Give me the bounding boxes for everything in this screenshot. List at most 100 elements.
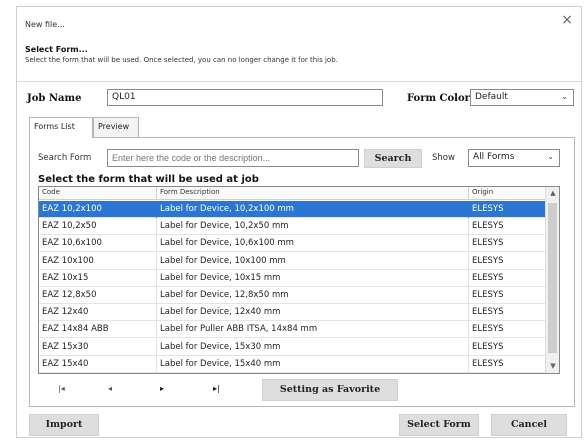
table-row[interactable]: EAZ 10x100 Label for Device, 10x100 mm ELE… — [39, 252, 546, 270]
chevron-down-icon: ⌄ — [547, 152, 554, 161]
show-filter-value: All Forms — [473, 152, 515, 162]
tab-forms-list[interactable]: Forms List — [29, 117, 93, 138]
table-row[interactable]: EAZ 10,2x100 Label for Device, 10,2x100 m… — [39, 201, 546, 218]
cell-code: EAZ 10,2x50 — [42, 221, 97, 232]
cell-description: Label for Device, 15x30 mm — [160, 341, 281, 352]
set-favorite-button[interactable]: Setting as Favorite — [262, 379, 398, 401]
column-header-description[interactable]: Form Description — [160, 188, 220, 196]
title-bar: New file... × — [17, 7, 581, 37]
column-divider — [468, 287, 469, 304]
cancel-button[interactable]: Cancel — [491, 414, 567, 436]
import-button[interactable]: Import — [29, 414, 99, 436]
search-input[interactable] — [107, 149, 359, 167]
column-divider — [156, 287, 157, 304]
column-divider — [156, 269, 157, 287]
table-header: Code Form Description Origin — [39, 187, 546, 200]
cell-code: EAZ 12,8x50 — [42, 290, 97, 300]
column-divider — [468, 252, 469, 270]
column-header-origin[interactable]: Origin — [472, 188, 493, 196]
cell-origin: ELESYS — [472, 204, 504, 214]
cell-description: Label for Device, 10x15 mm — [160, 272, 281, 283]
cell-origin: ELESYS — [472, 341, 504, 352]
column-divider — [156, 304, 157, 322]
column-divider — [156, 338, 157, 356]
show-label: Show — [432, 153, 455, 163]
cell-code: EAZ 15x40 — [42, 358, 89, 369]
column-divider — [468, 304, 469, 322]
table-scrollbar[interactable]: ▲ ▼ — [545, 187, 559, 373]
table-row[interactable]: EAZ 14x84 ABB Label for Puller ABB ITSA, … — [39, 321, 546, 339]
column-divider — [156, 201, 157, 218]
cell-code: EAZ 10,6x100 — [42, 238, 102, 249]
column-divider — [468, 235, 469, 253]
column-divider — [156, 187, 157, 200]
dialog-heading: Select Form... — [25, 45, 88, 54]
cell-origin: ELESYS — [472, 221, 504, 232]
column-divider — [156, 321, 157, 339]
scroll-down-icon[interactable]: ▼ — [546, 360, 559, 373]
dialog-header: Select Form... Select the form that will… — [25, 45, 338, 64]
search-button[interactable]: Search — [364, 149, 422, 168]
forms-table: Code Form Description Origin EAZ 10,2x10… — [38, 186, 560, 374]
table-row[interactable]: EAZ 15x30 Label for Device, 15x30 mm ELESY… — [39, 338, 546, 356]
form-color-label: Form Color — [407, 93, 470, 104]
dialog-description: Select the form that will be used. Once … — [25, 56, 338, 64]
cell-code: EAZ 10,2x100 — [42, 204, 102, 214]
grid-title: Select the form that will be used at job — [38, 174, 259, 185]
chevron-down-icon: ⌄ — [561, 92, 568, 101]
cell-description: Label for Device, 10,2x50 mm — [160, 221, 289, 232]
cell-origin: ELESYS — [472, 358, 504, 369]
table-row[interactable]: EAZ 10,6x100 Label for Device, 10,6x100 m… — [39, 235, 546, 253]
table-row[interactable]: EAZ 10,2x50 Label for Device, 10,2x50 mm E… — [39, 218, 546, 236]
scroll-thumb[interactable] — [548, 203, 557, 353]
first-page-icon[interactable]: |◂ — [58, 384, 65, 393]
form-color-value: Default — [475, 92, 508, 102]
cell-description: Label for Device, 15x40 mm — [160, 358, 281, 369]
select-form-button[interactable]: Select Form — [399, 414, 479, 436]
cell-origin: ELESYS — [472, 324, 504, 335]
column-divider — [468, 321, 469, 339]
column-divider — [156, 235, 157, 253]
close-icon[interactable]: × — [561, 13, 573, 27]
tab-preview[interactable]: Preview — [93, 117, 139, 137]
cell-code: EAZ 10x15 — [42, 272, 89, 283]
cell-description: Label for Device, 10,2x100 mm — [160, 204, 294, 214]
column-header-code[interactable]: Code — [42, 188, 60, 196]
job-name-input[interactable]: QL01 — [107, 89, 383, 106]
cell-code: EAZ 14x84 ABB — [42, 324, 109, 335]
cell-description: Label for Device, 12,8x50 mm — [160, 290, 289, 300]
cell-origin: ELESYS — [472, 238, 504, 249]
table-row[interactable]: EAZ 12,8x50 Label for Device, 12,8x50 mm E… — [39, 287, 546, 304]
column-divider — [468, 338, 469, 356]
cell-origin: ELESYS — [472, 290, 504, 300]
column-divider — [468, 201, 469, 218]
column-divider — [156, 252, 157, 270]
table-row[interactable]: EAZ 10x15 Label for Device, 10x15 mm ELESY… — [39, 269, 546, 287]
next-page-icon[interactable]: ▸ — [160, 384, 164, 393]
forms-list-panel: Search Form Search Show All Forms ⌄ Sele… — [29, 137, 575, 407]
scroll-up-icon[interactable]: ▲ — [546, 187, 559, 200]
cell-description: Label for Device, 10x100 mm — [160, 255, 286, 266]
table-row[interactable]: EAZ 12x40 Label for Device, 12x40 mm ELESY… — [39, 304, 546, 322]
column-divider — [468, 218, 469, 236]
cell-origin: ELESYS — [472, 255, 504, 266]
column-divider — [468, 355, 469, 373]
dialog-title: New file... — [25, 20, 65, 29]
cell-origin: ELESYS — [472, 272, 504, 283]
new-file-dialog: New file... × Select Form... Select the … — [16, 6, 582, 438]
previous-page-icon[interactable]: ◂ — [108, 384, 112, 393]
cell-description: Label for Puller ABB ITSA, 14x84 mm — [160, 324, 318, 335]
last-page-icon[interactable]: ▸| — [213, 384, 220, 393]
cell-code: EAZ 12x40 — [42, 307, 89, 318]
cell-code: EAZ 15x30 — [42, 341, 89, 352]
cell-description: Label for Device, 12x40 mm — [160, 307, 281, 318]
cell-code: EAZ 10x100 — [42, 255, 94, 266]
cell-description: Label for Device, 10,6x100 mm — [160, 238, 294, 249]
table-row[interactable]: EAZ 15x40 Label for Device, 15x40 mm ELESY… — [39, 355, 546, 373]
column-divider — [468, 187, 469, 200]
form-color-select[interactable]: Default ⌄ — [470, 89, 574, 106]
column-divider — [156, 355, 157, 373]
show-filter-select[interactable]: All Forms ⌄ — [468, 149, 560, 167]
column-divider — [156, 218, 157, 236]
header-divider — [17, 81, 581, 82]
